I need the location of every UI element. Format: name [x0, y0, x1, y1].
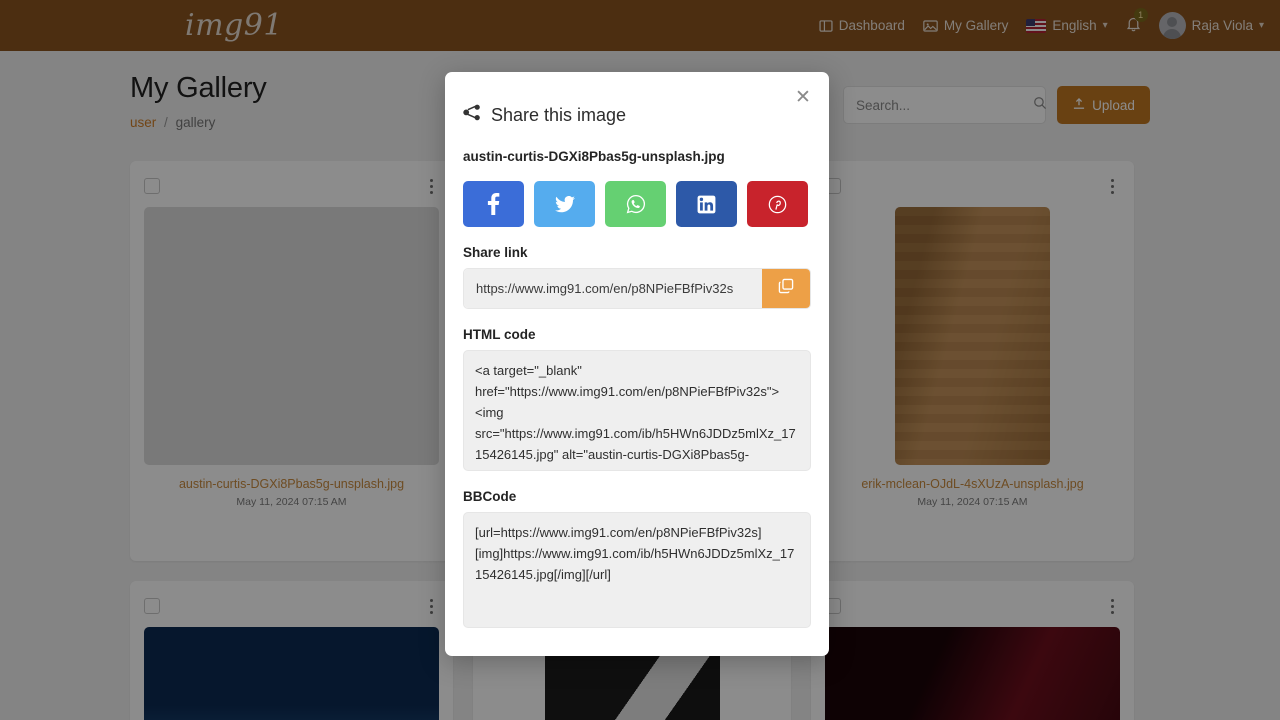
html-code-textarea[interactable] [463, 350, 811, 471]
share-link-label: Share link [463, 245, 528, 260]
share-linkedin-button[interactable] [676, 181, 737, 227]
social-share-buttons [463, 181, 811, 227]
modal-title-label: Share this image [491, 104, 627, 125]
share-link-row [463, 268, 811, 309]
copy-link-button[interactable] [762, 269, 810, 308]
bbcode-label: BBCode [463, 489, 517, 504]
copy-icon [778, 278, 794, 299]
modal-title-row: Share this image [463, 104, 811, 126]
close-icon[interactable]: ✕ [791, 86, 815, 110]
share-image-modal: ✕ Share this image austin-curtis-DGXi8Pb… [445, 72, 829, 656]
share-twitter-button[interactable] [534, 181, 595, 227]
bbcode-textarea[interactable] [463, 512, 811, 628]
modal-image-filename: austin-curtis-DGXi8Pbas5g-unsplash.jpg [463, 149, 725, 164]
html-code-label: HTML code [463, 327, 536, 342]
share-alt-icon [463, 104, 481, 126]
share-whatsapp-button[interactable] [605, 181, 666, 227]
share-link-input[interactable] [464, 269, 762, 308]
page-root: img91 Dashboard My Gallery English ▾ 1 R… [0, 0, 1280, 720]
share-facebook-button[interactable] [463, 181, 524, 227]
share-pinterest-button[interactable] [747, 181, 808, 227]
